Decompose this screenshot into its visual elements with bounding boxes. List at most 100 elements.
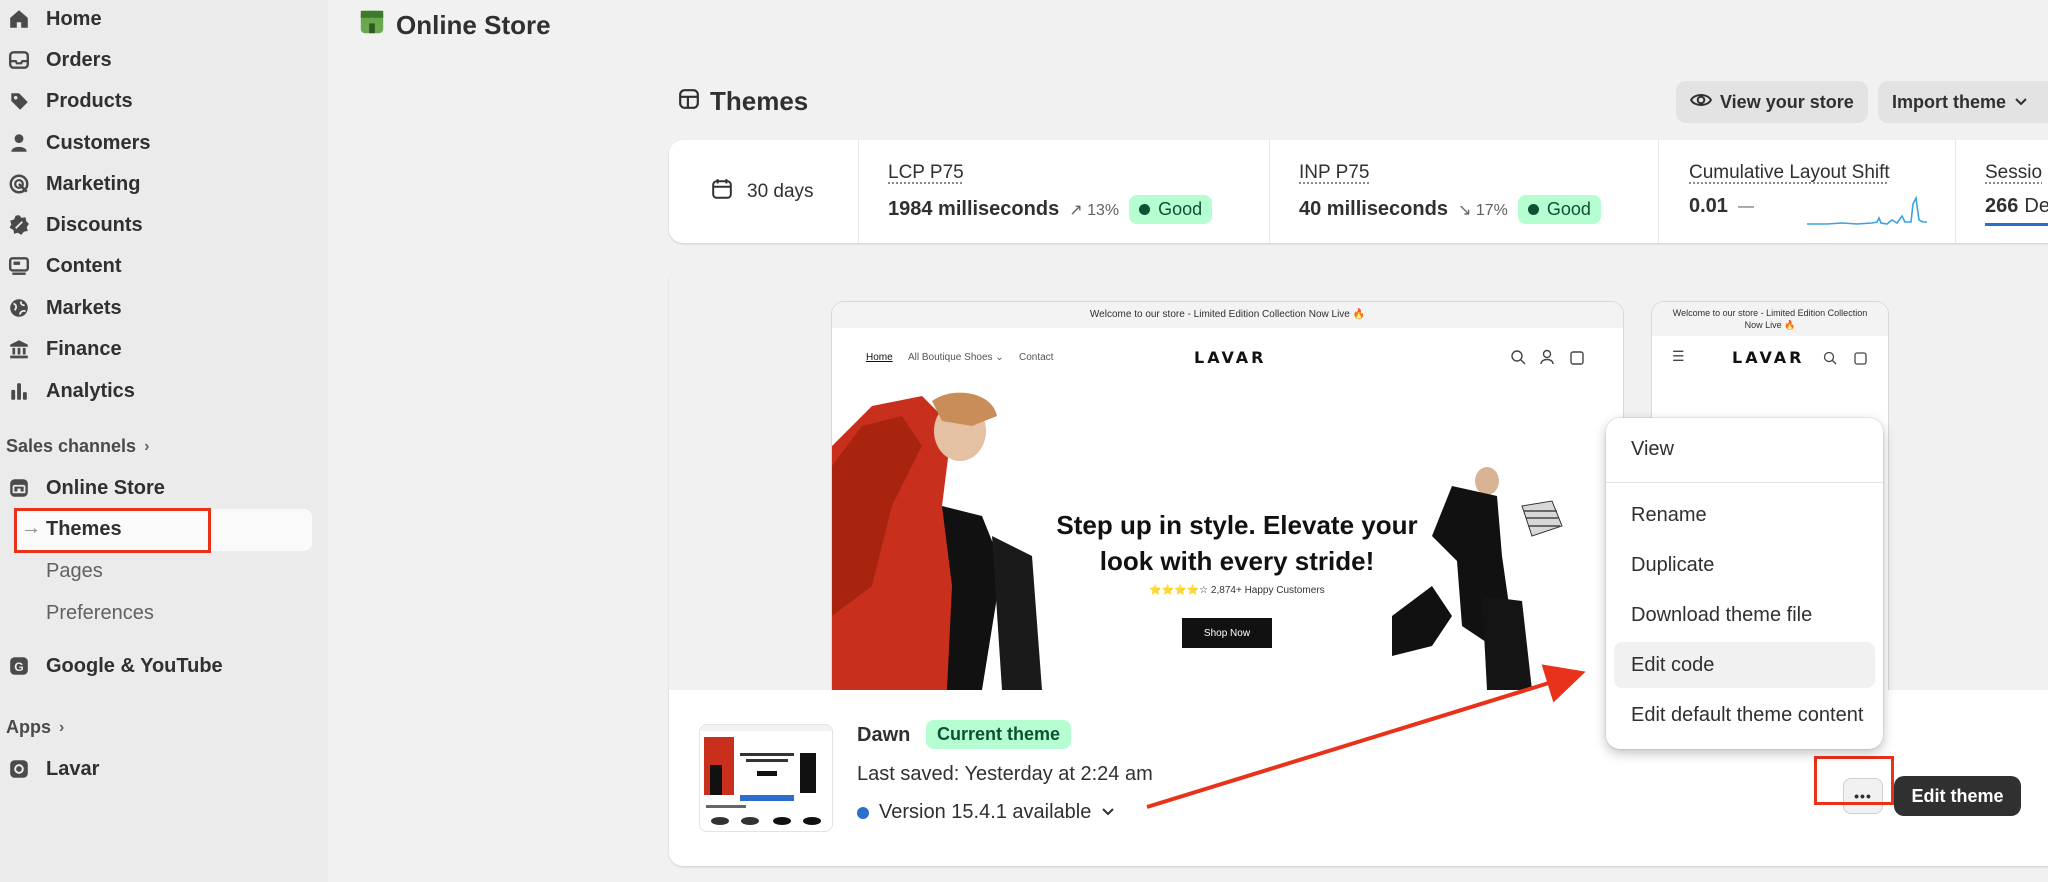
sidebar-item-customers[interactable]: Customers (0, 125, 150, 161)
apps-header[interactable]: Apps › (6, 717, 64, 738)
sidebar-item-marketing[interactable]: Marketing (0, 166, 140, 202)
desktop-preview: Welcome to our store - Limited Edition C… (832, 302, 1623, 690)
lcp-change-value: 13% (1087, 202, 1119, 219)
sidebar-item-label: Content (46, 255, 122, 278)
sidebar-item-label: Analytics (46, 380, 135, 403)
cls-value-row: 0.01 — (1689, 195, 1754, 218)
online-store-icon (358, 8, 386, 43)
menu-item-view[interactable]: View (1614, 426, 1875, 472)
sidebar: Home Orders Products Customers Marketing… (0, 0, 328, 882)
mobile-announcement-bar: Welcome to our store - Limited Edition C… (1652, 302, 1888, 336)
chevron-right-icon: › (144, 438, 149, 456)
store-logo: LAVAR (1194, 348, 1267, 367)
sidebar-item-label: Finance (46, 338, 122, 361)
hero-headline-line2: look with every stride! (1037, 543, 1437, 579)
view-store-button[interactable]: View your store (1676, 81, 1868, 123)
discount-icon (8, 214, 30, 236)
layout-icon (678, 86, 700, 117)
sidebar-item-markets[interactable]: Markets (0, 290, 122, 326)
sidebar-item-label: Markets (46, 297, 122, 320)
preview-nav-shoes: All Boutique Shoes ⌄ (908, 352, 1004, 363)
cls-change: — (1738, 198, 1754, 216)
menu-item-rename[interactable]: Rename (1614, 492, 1875, 538)
current-theme-badge: Current theme (926, 720, 1071, 749)
lcp-title[interactable]: LCP P75 (888, 162, 964, 184)
store-icon (8, 477, 30, 499)
sidebar-item-home[interactable]: Home (0, 1, 102, 37)
menu-item-edit-default-theme-content[interactable]: Edit default theme content (1614, 692, 1875, 738)
sidebar-item-google-youtube[interactable]: G Google & YouTube (0, 648, 223, 684)
date-range-label: 30 days (747, 181, 814, 203)
inp-value-row: 40 milliseconds ↘ 17% Good (1299, 195, 1601, 224)
chevron-right-icon: › (59, 719, 64, 737)
hero-rating: ⭐⭐⭐⭐☆ 2,874+ Happy Customers (1037, 585, 1437, 596)
inp-value: 40 milliseconds (1299, 198, 1448, 221)
menu-divider (1606, 482, 1883, 483)
sidebar-item-label: Lavar (46, 758, 99, 781)
preview-nav-contact: Contact (1019, 352, 1053, 363)
sidebar-item-online-store[interactable]: Online Store (0, 470, 165, 506)
sidebar-item-finance[interactable]: Finance (0, 331, 122, 367)
sidebar-item-pages[interactable]: Pages (46, 553, 103, 589)
mobile-announcement-line1: Welcome to our store - Limited Edition C… (1652, 307, 1888, 319)
svg-text:G: G (14, 660, 23, 674)
sessions-title[interactable]: Sessio (1985, 162, 2042, 184)
sidebar-item-content[interactable]: Content (0, 248, 122, 284)
version-dropdown[interactable]: Version 15.4.1 available (857, 801, 1115, 824)
inp-title[interactable]: INP P75 (1299, 162, 1369, 184)
mobile-announcement-line2: Now Live 🔥 (1652, 319, 1888, 331)
preview-header-icons (1510, 348, 1590, 368)
themes-heading: Themes (678, 86, 808, 117)
google-icon: G (8, 655, 30, 677)
edit-theme-button[interactable]: Edit theme (1894, 776, 2021, 816)
sidebar-item-orders[interactable]: Orders (0, 42, 112, 78)
import-theme-button[interactable]: Import theme (1878, 81, 2048, 123)
inp-status-label: Good (1547, 199, 1591, 220)
eye-icon (1690, 89, 1712, 116)
sessions-suffix: De (2024, 195, 2048, 218)
status-dot (1528, 204, 1539, 215)
lcp-value-row: 1984 milliseconds ↗ 13% Good (888, 195, 1212, 224)
sidebar-item-label: Orders (46, 49, 112, 72)
mobile-header-icons (1823, 350, 1873, 368)
sidebar-item-label: Google & YouTube (46, 655, 223, 678)
date-range-picker[interactable]: 30 days (711, 178, 814, 206)
preview-nav-home: Home (866, 352, 893, 363)
sidebar-item-label: Customers (46, 132, 150, 155)
divider (1955, 140, 1956, 243)
themes-title: Themes (710, 86, 808, 117)
lcp-value: 1984 milliseconds (888, 198, 1059, 221)
divider (858, 140, 859, 243)
cls-value: 0.01 (1689, 195, 1728, 218)
sessions-value-row: 266 De (1985, 195, 2048, 218)
menu-item-edit-code[interactable]: Edit code (1614, 642, 1875, 688)
lcp-change: ↗ 13% (1069, 200, 1119, 220)
sidebar-item-products[interactable]: Products (0, 83, 133, 119)
sidebar-item-lavar[interactable]: Lavar (0, 751, 99, 787)
theme-actions-menu: View Rename Duplicate Download theme fil… (1606, 418, 1883, 749)
person-icon (8, 132, 30, 154)
import-theme-label: Import theme (1892, 92, 2006, 113)
sidebar-item-label: Discounts (46, 214, 143, 237)
cls-sparkline (1807, 192, 1927, 226)
sessions-underline (1985, 223, 2048, 226)
sidebar-item-analytics[interactable]: Analytics (0, 373, 135, 409)
sidebar-item-preferences[interactable]: Preferences (46, 595, 154, 631)
sales-channels-header[interactable]: Sales channels › (6, 436, 149, 457)
hero-headline: Step up in style. Elevate your look with… (1037, 507, 1437, 579)
bar-chart-icon (8, 380, 30, 402)
hero-headline-line1: Step up in style. Elevate your (1037, 507, 1437, 543)
last-saved-text: Last saved: Yesterday at 2:24 am (857, 763, 1153, 786)
sidebar-item-label: Home (46, 8, 102, 31)
menu-item-download-theme-file[interactable]: Download theme file (1614, 592, 1875, 638)
web-performance-bar: 30 days LCP P75 1984 milliseconds ↗ 13% … (669, 140, 2048, 243)
chevron-down-icon (2014, 92, 2028, 113)
inp-change-value: 17% (1476, 202, 1508, 219)
version-label: Version 15.4.1 available (879, 801, 1091, 824)
calendar-icon (711, 178, 733, 206)
menu-item-duplicate[interactable]: Duplicate (1614, 542, 1875, 588)
sidebar-item-discounts[interactable]: Discounts (0, 207, 143, 243)
cls-title[interactable]: Cumulative Layout Shift (1689, 162, 1890, 184)
sessions-value: 266 (1985, 195, 2018, 218)
status-dot (857, 807, 869, 819)
